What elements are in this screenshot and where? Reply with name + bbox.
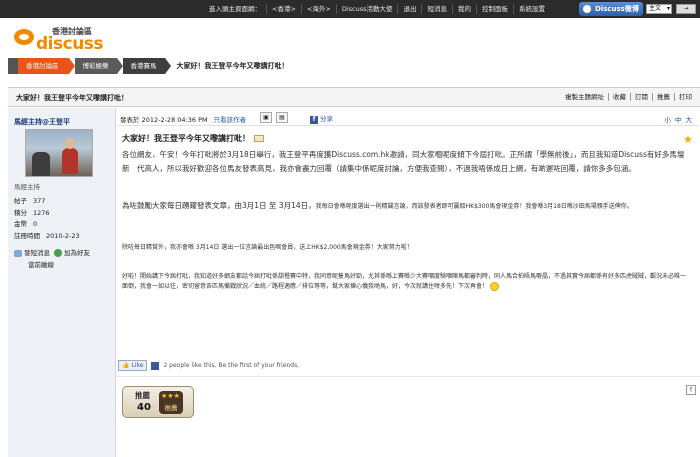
- thread-header: 大家好！我王登平今年又嚟講打吡！ 複製主題網址 收藏 訂閱 推薦 打印: [8, 87, 700, 107]
- post-paragraph: 除咗每日精賞外，我亦會喺 3月14日 選出一位言論最出色嘅會員，送上HK$2,0…: [122, 243, 690, 253]
- nav-link-hk[interactable]: <香港>: [267, 4, 302, 14]
- author-name[interactable]: 馬經主持@王登平: [14, 117, 70, 127]
- nav-link-ambassador[interactable]: Discuss活動大使: [337, 4, 399, 14]
- recommend-box: 推薦 40 ★★★ 推薦: [122, 386, 194, 418]
- post-text: 為咗鼓勵大家每日踴躍發表文章，由3月1日 至 3月14日，: [122, 201, 316, 210]
- stat-row: 帖子 377: [14, 196, 80, 208]
- facebook-icon: f: [310, 116, 318, 124]
- thread-title: 大家好！我王登平今年又嚟講打吡！: [16, 94, 128, 102]
- recommend-label: 推薦: [135, 391, 150, 400]
- send-pm-label: 發短消息: [24, 249, 50, 257]
- post-title-text: 大家好！我王登平今年又嚟講打吡！: [122, 134, 250, 143]
- thread-actions: 複製主題網址 收藏 訂閱 推薦 打印: [561, 93, 696, 101]
- post-paragraph: 為咗鼓勵大家每日踴躍發表文章，由3月1日 至 3月14日，我每日會喺呢度選出一則…: [122, 200, 690, 213]
- avatar-head: [65, 138, 75, 149]
- recommend-count: 40: [137, 402, 151, 413]
- stat-value: 377: [33, 197, 46, 205]
- discuss-weibo-link[interactable]: Discuss微博: [579, 2, 643, 16]
- logo-en-text: discuss: [36, 34, 104, 54]
- stat-row: 金幣 0: [14, 219, 80, 231]
- facebook-icon: [151, 361, 160, 370]
- online-status: 當前離線: [28, 261, 54, 269]
- top-nav-links: 進入頭主頁面網： <香港> <海外> Discuss活動大使 退出 短消息 我的…: [204, 4, 550, 14]
- post-text: 好啦！開始講下今屆打吡，我知道好多網友都話今屆打吡係甜橙賽中特，我同意呢隻馬好勁…: [122, 273, 687, 290]
- add-friend-label: 加為好友: [64, 249, 90, 257]
- logo-bubble-icon: [14, 29, 34, 45]
- nav-link-home[interactable]: 進入頭主頁面網：: [204, 4, 267, 14]
- nav-link-settings[interactable]: 系統設置: [514, 4, 550, 14]
- star-icon[interactable]: ★: [683, 133, 693, 146]
- stat-row: 註冊時間 2010-2-23: [14, 231, 80, 243]
- post-text: 除咗每日精賞外，我亦會喺 3月14日 選出一位言論最出色嘅會員，送上HK$2,0…: [122, 244, 413, 251]
- print-link[interactable]: 打印: [674, 93, 696, 101]
- language-select[interactable]: 主文: [646, 4, 672, 14]
- like-button[interactable]: Like: [118, 360, 148, 371]
- post-date-text: 發表於 2012-2-28 04:36 PM: [120, 116, 208, 124]
- post-title: 大家好！我王登平今年又嚟講打吡！: [122, 133, 264, 144]
- only-author-link[interactable]: 只看該作者: [214, 116, 247, 124]
- stat-label: 註冊時間: [14, 231, 40, 240]
- nav-link-control-panel[interactable]: 控制面板: [477, 4, 514, 14]
- stat-label: 金幣: [14, 220, 27, 228]
- font-size-switcher[interactable]: 小 中 大: [664, 114, 692, 124]
- breadcrumb-current: 大家好！我王登平今年又嚟講打吡！: [176, 62, 289, 70]
- nav-link-my[interactable]: 我的: [453, 4, 477, 14]
- breadcrumb-item-gaming[interactable]: 博彩娛樂: [74, 58, 117, 74]
- post-text: 我每日會喺呢度選出一則精闢言論，而該發表者即可贏取HK$300馬會現金券！我會喺…: [315, 203, 633, 210]
- print-post-icon[interactable]: ▣: [260, 112, 272, 123]
- stat-label: 帖子: [14, 197, 27, 205]
- breadcrumb-home-icon[interactable]: [8, 58, 18, 74]
- nav-link-overseas[interactable]: <海外>: [302, 4, 337, 14]
- stat-value: 2010-2-23: [46, 231, 80, 240]
- divider: [116, 376, 700, 377]
- author-rank: 馬經主持: [14, 183, 40, 191]
- add-friend-icon: [54, 249, 62, 257]
- recommend-link[interactable]: 推薦: [652, 93, 674, 101]
- author-stats: 帖子 377 積分 1276 金幣 0 註冊時間 2010-2-23: [14, 196, 80, 242]
- nav-link-messages[interactable]: 短消息: [422, 4, 453, 14]
- post-paragraph: 好啦！開始講下今屆打吡，我知道好多網友都話今屆打吡係甜橙賽中特，我同意呢隻馬好勁…: [122, 272, 690, 292]
- share-label: 分享: [320, 115, 333, 123]
- copy-post-icon[interactable]: ▤: [276, 112, 288, 123]
- envelope-icon[interactable]: [254, 135, 264, 142]
- recommend-button[interactable]: ★★★ 推薦: [159, 391, 183, 414]
- post-meta-bar: 發表於 2012-2-28 04:36 PM 只看該作者 ▣ ▤ f 分享 小 中 …: [118, 110, 698, 126]
- share-link[interactable]: f 分享: [310, 113, 333, 124]
- avatar-figure: [62, 148, 78, 174]
- collapse-button[interactable]: →: [676, 4, 696, 14]
- like-text: 2 people like this. Be the first of your…: [163, 362, 300, 369]
- favorite-link[interactable]: 收藏: [608, 93, 630, 101]
- stat-value: 0: [33, 220, 38, 228]
- breadcrumb-item-forum[interactable]: 香港討論區: [18, 58, 69, 74]
- post-paragraph: 各位網友，午安！今年打吡將於3月18日舉行，我王登平再度獲Discuss.com…: [122, 150, 685, 173]
- author-profile: 馬經主持@王登平 馬經主持 帖子 377 積分 1276 金幣 0 註冊時間 2010-…: [8, 108, 116, 457]
- author-actions: 發短消息 加為好友: [14, 247, 90, 257]
- send-pm-link[interactable]: 發短消息: [14, 247, 50, 257]
- scroll-to-top-icon[interactable]: ↑: [686, 385, 696, 395]
- stat-value: 1276: [33, 208, 50, 217]
- site-logo[interactable]: 香港討論區 discuss: [14, 25, 104, 54]
- weibo-icon: [583, 5, 591, 13]
- facebook-like-box: Like 2 people like this. Be the first of…: [118, 360, 299, 371]
- stars-icon: ★★★: [161, 392, 180, 400]
- copy-url-link[interactable]: 複製主題網址: [561, 93, 608, 101]
- smiley-icon: [489, 282, 499, 291]
- breadcrumb-item-horse-racing[interactable]: 香港賽馬: [122, 58, 165, 74]
- add-friend-link[interactable]: 加為好友: [54, 247, 90, 257]
- top-nav-bar: 進入頭主頁面網： <香港> <海外> Discuss活動大使 退出 短消息 我的…: [0, 0, 700, 18]
- nav-link-logout[interactable]: 退出: [398, 4, 423, 14]
- weibo-label: Discuss微博: [595, 5, 639, 13]
- breadcrumb: 香港討論區 博彩娛樂 香港賽馬 大家好！我王登平今年又嚟講打吡！: [8, 58, 289, 74]
- recommend-button-label: 推薦: [164, 404, 178, 412]
- subscribe-link[interactable]: 訂閱: [630, 93, 652, 101]
- avatar[interactable]: [25, 129, 93, 177]
- message-icon: [14, 249, 22, 257]
- avatar-figure: [32, 152, 50, 176]
- stat-label: 積分: [14, 208, 27, 217]
- post-date: 發表於 2012-2-28 04:36 PM 只看該作者: [120, 114, 246, 124]
- stat-row: 積分 1276: [14, 208, 80, 220]
